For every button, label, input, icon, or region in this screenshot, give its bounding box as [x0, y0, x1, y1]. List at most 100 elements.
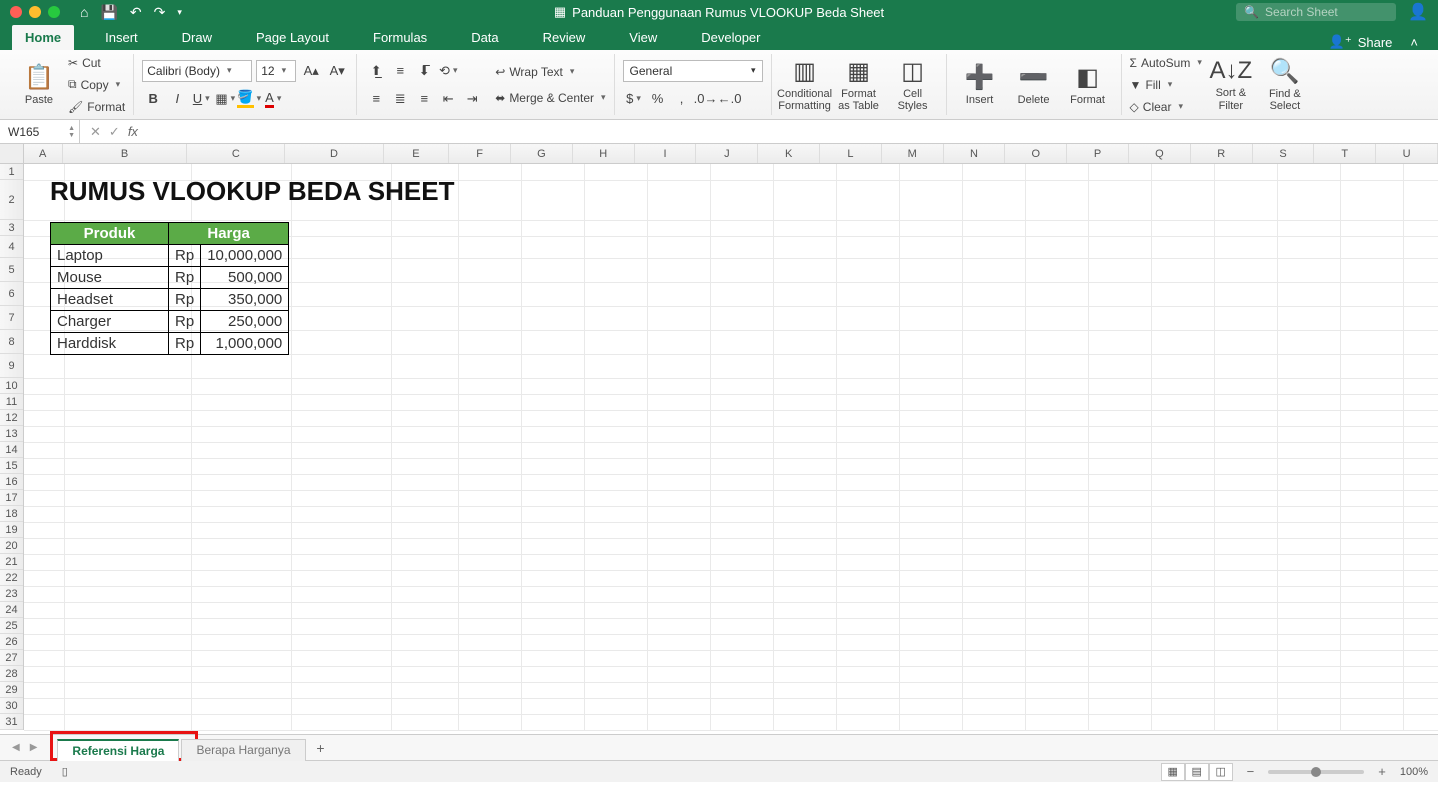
italic-button[interactable]: I	[166, 88, 188, 110]
font-name-select[interactable]: Calibri (Body)	[142, 60, 252, 82]
row-header[interactable]: 31	[0, 714, 23, 730]
decrease-font-button[interactable]: A▾	[326, 60, 348, 82]
column-header[interactable]: P	[1067, 144, 1129, 163]
increase-indent-button[interactable]: ⇥	[461, 88, 483, 110]
row-header[interactable]: 27	[0, 650, 23, 666]
column-header[interactable]: O	[1005, 144, 1067, 163]
minimize-window-icon[interactable]	[29, 6, 41, 18]
row-header[interactable]: 3	[0, 220, 23, 236]
column-header[interactable]: F	[449, 144, 511, 163]
row-header[interactable]: 11	[0, 394, 23, 410]
redo-icon[interactable]: ↷	[154, 4, 166, 21]
column-header[interactable]: L	[820, 144, 882, 163]
delete-cells-button[interactable]: ➖Delete	[1009, 63, 1059, 106]
row-header[interactable]: 25	[0, 618, 23, 634]
align-center-button[interactable]: ≣	[389, 88, 411, 110]
namebox-stepper-icon[interactable]: ▲▼	[68, 125, 75, 139]
row-header[interactable]: 14	[0, 442, 23, 458]
fill-color-button[interactable]: 🪣	[238, 88, 260, 110]
column-header[interactable]: J	[696, 144, 758, 163]
undo-icon[interactable]: ↶	[130, 4, 142, 21]
decrease-decimal-button[interactable]: ←.0	[719, 88, 741, 110]
merge-center-button[interactable]: ⬌Merge & Center	[495, 88, 605, 108]
copy-button[interactable]: ⧉Copy	[68, 75, 125, 95]
tab-draw[interactable]: Draw	[169, 25, 225, 50]
add-sheet-button[interactable]: +	[308, 740, 334, 756]
save-icon[interactable]: 💾	[100, 4, 117, 21]
row-header[interactable]: 4	[0, 236, 23, 258]
row-header[interactable]: 2	[0, 180, 23, 220]
percent-button[interactable]: %	[647, 88, 669, 110]
align-middle-button[interactable]: ≡	[389, 60, 411, 82]
row-header[interactable]: 19	[0, 522, 23, 538]
column-header[interactable]: I	[635, 144, 697, 163]
row-header[interactable]: 28	[0, 666, 23, 682]
column-header[interactable]: D	[285, 144, 383, 163]
fx-icon[interactable]: fx	[128, 124, 138, 140]
row-header[interactable]: 12	[0, 410, 23, 426]
row-header[interactable]: 16	[0, 474, 23, 490]
increase-font-button[interactable]: A▴	[300, 60, 322, 82]
spreadsheet-grid[interactable]: ABCDEFGHIJKLMNOPQRSTU 123456789101112131…	[0, 144, 1438, 734]
tab-insert[interactable]: Insert	[92, 25, 151, 50]
clear-button[interactable]: ◇Clear	[1130, 97, 1202, 117]
number-format-select[interactable]: General▾	[623, 60, 763, 82]
search-sheet-input[interactable]: 🔍 Search Sheet	[1236, 3, 1396, 21]
page-break-view-button[interactable]: ◫	[1209, 763, 1233, 781]
row-header[interactable]: 1	[0, 164, 23, 180]
align-top-button[interactable]: ⬆̲	[365, 60, 387, 82]
cell-styles-button[interactable]: ◫CellStyles	[888, 57, 938, 112]
cut-button[interactable]: ✂Cut	[68, 53, 125, 73]
column-header[interactable]: A	[24, 144, 63, 163]
find-select-button[interactable]: 🔍Find &Select	[1260, 57, 1310, 112]
row-header[interactable]: 10	[0, 378, 23, 394]
borders-button[interactable]: ▦	[214, 88, 236, 110]
column-header[interactable]: H	[573, 144, 635, 163]
row-header[interactable]: 20	[0, 538, 23, 554]
comma-button[interactable]: ,	[671, 88, 693, 110]
accept-formula-icon[interactable]: ✓	[109, 124, 120, 140]
bold-button[interactable]: B	[142, 88, 164, 110]
format-cells-button[interactable]: ◧Format	[1063, 63, 1113, 106]
row-header[interactable]: 15	[0, 458, 23, 474]
column-header[interactable]: B	[63, 144, 188, 163]
align-left-button[interactable]: ≡	[365, 88, 387, 110]
column-header[interactable]: M	[882, 144, 944, 163]
column-header[interactable]: N	[944, 144, 1006, 163]
conditional-formatting-button[interactable]: ▥ConditionalFormatting	[780, 57, 830, 112]
row-header[interactable]: 5	[0, 258, 23, 282]
paste-button[interactable]: 📋 Paste	[14, 63, 64, 106]
row-header[interactable]: 9	[0, 354, 23, 378]
row-header[interactable]: 8	[0, 330, 23, 354]
column-header[interactable]: K	[758, 144, 820, 163]
autosum-button[interactable]: ΣAutoSum	[1130, 53, 1202, 73]
row-header[interactable]: 17	[0, 490, 23, 506]
zoom-in-button[interactable]: +	[1374, 764, 1390, 779]
column-header[interactable]: E	[384, 144, 450, 163]
underline-button[interactable]: U	[190, 88, 212, 110]
normal-view-button[interactable]: ▦	[1161, 763, 1185, 781]
sheet-tab-referensi-harga[interactable]: Referensi Harga	[57, 739, 179, 761]
column-header[interactable]: Q	[1129, 144, 1191, 163]
zoom-level[interactable]: 100%	[1400, 766, 1428, 778]
tab-developer[interactable]: Developer	[688, 25, 773, 50]
align-right-button[interactable]: ≡	[413, 88, 435, 110]
format-as-table-button[interactable]: ▦Formatas Table	[834, 57, 884, 112]
orientation-button[interactable]: ⟲	[437, 60, 459, 82]
currency-button[interactable]: $	[623, 88, 645, 110]
maximize-window-icon[interactable]	[48, 6, 60, 18]
row-header[interactable]: 22	[0, 570, 23, 586]
home-icon[interactable]: ⌂	[80, 4, 88, 20]
column-header[interactable]: U	[1376, 144, 1438, 163]
tab-review[interactable]: Review	[530, 25, 599, 50]
select-all-corner[interactable]	[0, 144, 24, 163]
column-header[interactable]: T	[1314, 144, 1376, 163]
tab-data[interactable]: Data	[458, 25, 511, 50]
collapse-ribbon-icon[interactable]: ˄	[1410, 35, 1418, 50]
column-header[interactable]: G	[511, 144, 573, 163]
fill-button[interactable]: ▼Fill	[1130, 75, 1202, 95]
tab-formulas[interactable]: Formulas	[360, 25, 440, 50]
format-painter-button[interactable]: 🖌Format	[68, 97, 125, 117]
qat-more-icon[interactable]: ▾	[177, 7, 182, 18]
sheet-tab-berapa-harganya[interactable]: Berapa Harganya	[181, 739, 305, 761]
